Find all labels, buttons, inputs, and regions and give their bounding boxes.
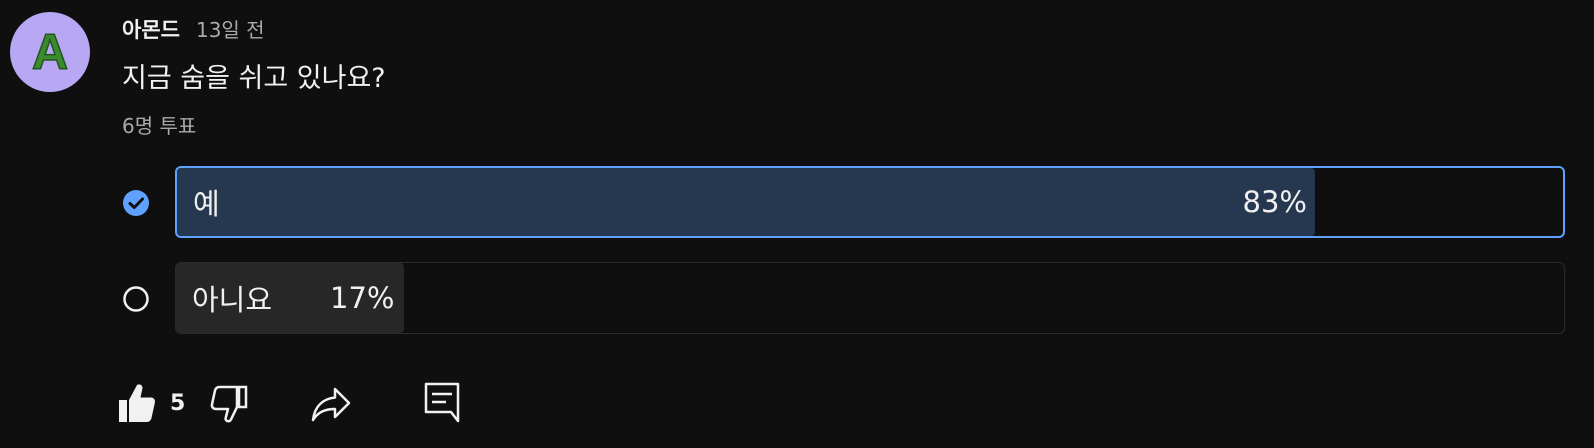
share-icon bbox=[311, 387, 351, 422]
post-header: 아몬드 13일 전 bbox=[122, 14, 265, 44]
thumbs-up-icon bbox=[119, 384, 155, 422]
comment-button[interactable] bbox=[424, 380, 460, 426]
svg-text:A: A bbox=[32, 24, 68, 80]
like-button[interactable]: 5 bbox=[118, 380, 185, 426]
author-name[interactable]: 아몬드 bbox=[122, 14, 180, 44]
poll-option-yes[interactable]: 예 83% bbox=[0, 166, 1594, 240]
poll-option-percent: 17% bbox=[330, 281, 395, 315]
radio-circle-icon bbox=[123, 286, 149, 312]
check-circle-icon bbox=[123, 190, 149, 216]
poll-option-label: 아니요 bbox=[192, 283, 273, 317]
poll-option-no[interactable]: 아니요 17% bbox=[0, 262, 1594, 336]
avatar-letter: A bbox=[31, 23, 69, 81]
post-time[interactable]: 13일 전 bbox=[196, 14, 265, 43]
like-count: 5 bbox=[170, 390, 186, 416]
poll-option-bar[interactable]: 아니요 17% bbox=[175, 262, 1565, 334]
poll-option-fill bbox=[177, 168, 1315, 236]
poll-option-label: 예 bbox=[193, 187, 220, 221]
comment-icon bbox=[424, 382, 460, 423]
poll-option-percent: 83% bbox=[1242, 185, 1307, 219]
action-bar: 5 bbox=[0, 380, 1594, 430]
poll-question: 지금 숨을 쉬고 있나요? bbox=[122, 63, 386, 94]
poll-option-bar[interactable]: 예 83% bbox=[175, 166, 1565, 238]
avatar[interactable]: A bbox=[10, 12, 90, 92]
vote-count: 6명 투표 bbox=[122, 114, 197, 138]
dislike-button[interactable] bbox=[210, 380, 248, 426]
thumbs-down-icon bbox=[210, 385, 248, 423]
share-button[interactable] bbox=[310, 380, 352, 426]
